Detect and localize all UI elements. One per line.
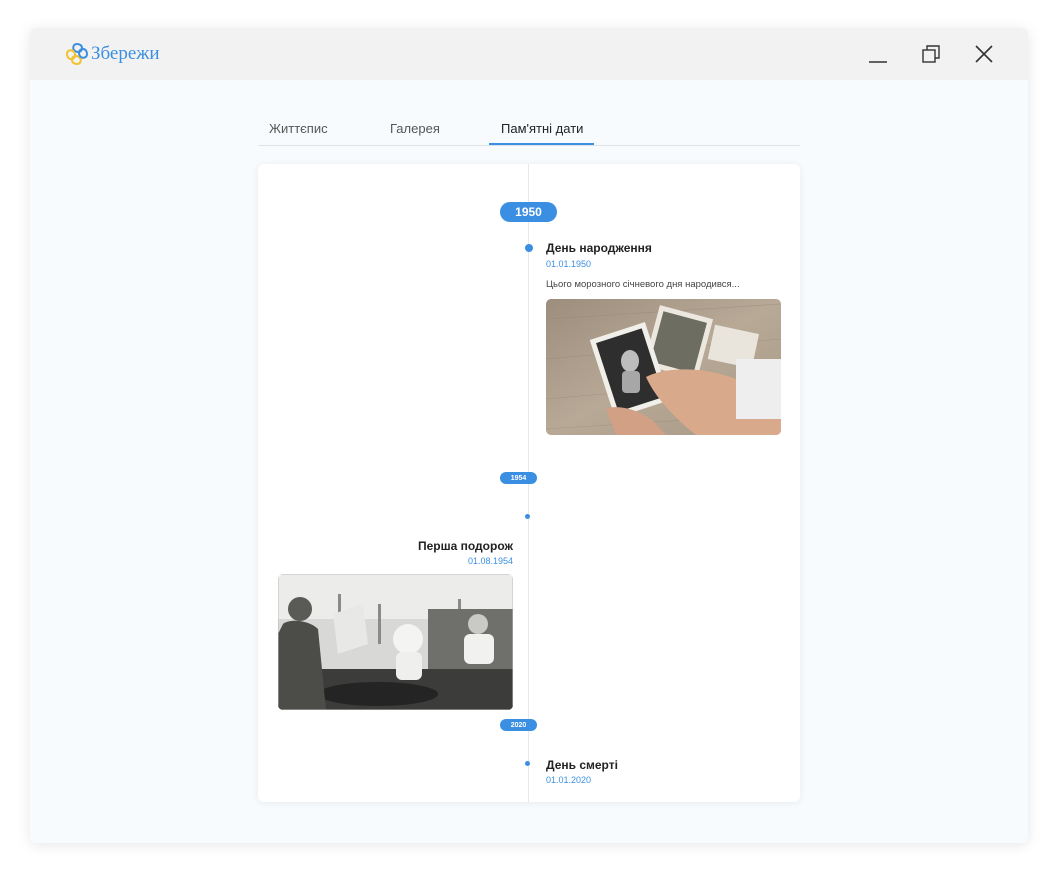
- event-photo[interactable]: [278, 574, 513, 710]
- minimize-button[interactable]: [866, 42, 890, 66]
- timeline-dot: [525, 514, 530, 519]
- event-title: День смерті: [546, 758, 618, 772]
- event-date: 01.08.1954: [467, 556, 513, 566]
- timeline-dot: [525, 761, 530, 766]
- year-badge-1950: 1950: [500, 202, 557, 222]
- close-icon: [975, 45, 993, 63]
- app-logo[interactable]: Збережи: [64, 41, 160, 67]
- minimize-icon: [869, 61, 887, 63]
- timeline-dot: [525, 244, 533, 252]
- knot-logo-icon: [64, 41, 90, 67]
- tab-gallery[interactable]: Галерея: [390, 121, 440, 136]
- restore-button[interactable]: [919, 42, 943, 66]
- year-badge-2020: 2020: [500, 719, 537, 731]
- timeline-card: 1950 День народження 01.01.1950 Цього мо…: [258, 164, 800, 802]
- event-title: День народження: [546, 241, 652, 255]
- tab-biography[interactable]: Життєпис: [269, 121, 328, 136]
- event-photo[interactable]: [546, 299, 781, 435]
- title-bar: Збережи: [30, 28, 1028, 80]
- app-name: Збережи: [91, 43, 160, 64]
- event-description: Цього морозного січневого дня народився.…: [546, 279, 740, 290]
- restore-icon: [922, 45, 940, 63]
- event-date: 01.01.1950: [546, 259, 592, 269]
- app-window: Збережи Життєпис Галерея Пам'ятні дати 1…: [30, 28, 1028, 843]
- year-badge-1954: 1954: [500, 472, 537, 484]
- close-button[interactable]: [972, 42, 996, 66]
- event-title: Перша подорож: [417, 539, 513, 553]
- event-date: 01.01.2020: [546, 775, 592, 785]
- tab-bar: Життєпис Галерея Пам'ятні дати: [258, 112, 800, 146]
- active-tab-indicator: [489, 143, 594, 145]
- tab-memorable-dates[interactable]: Пам'ятні дати: [501, 121, 583, 136]
